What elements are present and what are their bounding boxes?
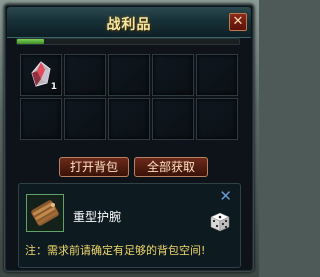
close-button[interactable]: ✕ (229, 13, 247, 31)
item-icon-frame[interactable] (26, 194, 64, 232)
item-quantity: 1 (50, 82, 57, 92)
loot-progress-bar (16, 38, 240, 45)
bag-space-note: 注：需求前请确定有足够的背包空间! (25, 244, 206, 257)
loot-slot[interactable] (152, 54, 194, 96)
loot-slot[interactable] (196, 98, 238, 140)
progress-fill (17, 39, 44, 44)
bracer-icon (31, 200, 59, 226)
loot-grid: 1 (20, 54, 240, 146)
loot-slot[interactable] (108, 98, 150, 140)
gem-icon (31, 61, 51, 87)
loot-slot[interactable] (20, 98, 62, 140)
loot-slot[interactable] (64, 54, 106, 96)
close-icon[interactable]: ✕ (219, 189, 232, 204)
loot-slot[interactable] (108, 54, 150, 96)
open-bag-button[interactable]: 打开背包 (59, 157, 129, 177)
take-all-button[interactable]: 全部获取 (134, 157, 208, 177)
dice-icon[interactable] (209, 211, 231, 233)
title-bar[interactable]: 战利品 ✕ (7, 7, 251, 38)
item-name: 重型护腕 (73, 210, 122, 224)
loot-slot[interactable] (196, 54, 238, 96)
loot-slot[interactable] (152, 98, 194, 140)
loot-slot[interactable]: 1 (20, 54, 62, 96)
close-icon: ✕ (232, 14, 244, 29)
window-title: 战利品 (106, 17, 152, 33)
item-info-panel: 重型护腕 ✕ 注：需求前请确定有足够的背包空间! (18, 183, 241, 268)
loot-slot[interactable] (64, 98, 106, 140)
